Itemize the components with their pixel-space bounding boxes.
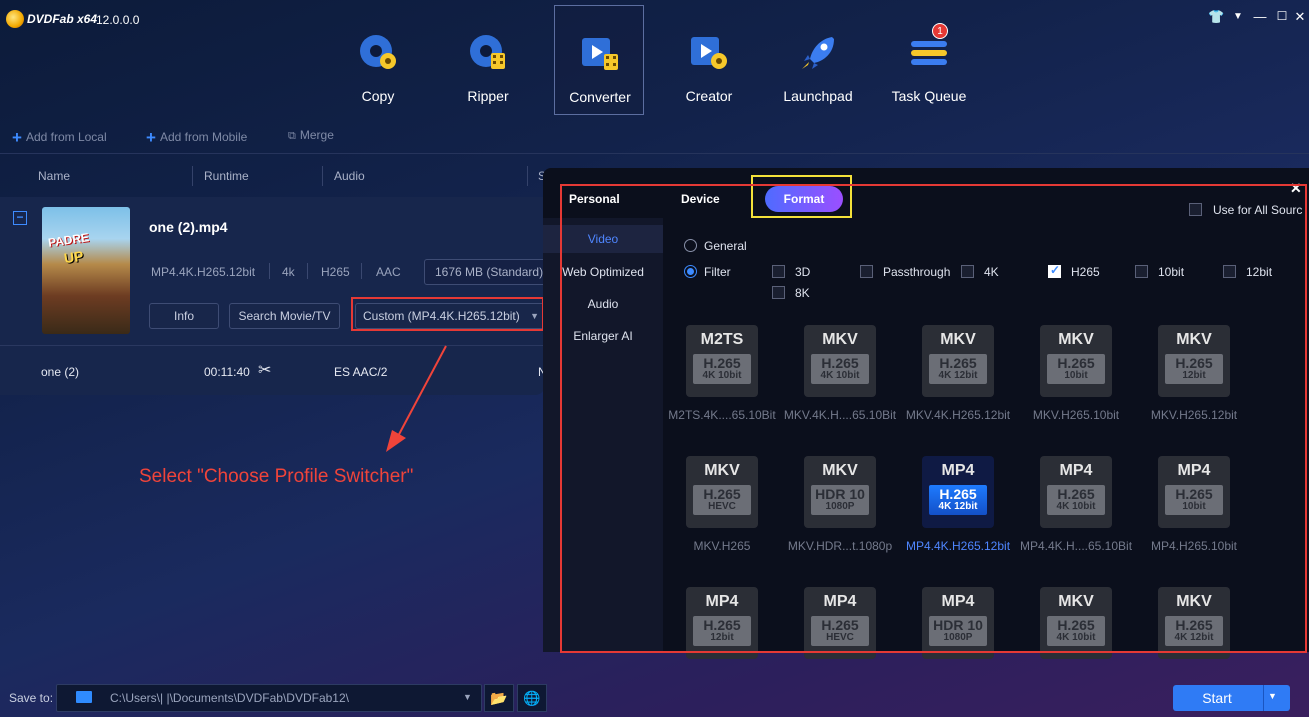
meta-separator (307, 263, 308, 279)
nav-label: Task Queue (891, 88, 967, 104)
meta-audio: AAC (376, 265, 401, 279)
column-separator (527, 166, 528, 186)
chevron-down-icon[interactable]: ▼ (1268, 691, 1277, 701)
close-icon[interactable]: ✕ (1292, 9, 1308, 25)
column-separator (192, 166, 193, 186)
collapse-toggle[interactable]: − (13, 211, 27, 225)
minimize-menu-icon[interactable]: ▼ (1230, 11, 1246, 22)
nav-label: Converter (569, 89, 631, 105)
nav-label: Creator (685, 88, 733, 104)
plus-icon: + (12, 128, 22, 147)
meta-separator (361, 263, 362, 279)
add-from-mobile-button[interactable]: + Add from Mobile (146, 126, 247, 147)
plus-icon: + (146, 128, 156, 147)
globe-icon[interactable]: 🌐 (517, 684, 547, 712)
minimize-icon[interactable]: — (1252, 9, 1268, 24)
nav-label: Launchpad (783, 88, 853, 104)
column-runtime: Runtime (204, 169, 249, 183)
folder-icon (76, 691, 92, 703)
rocket-icon (802, 37, 834, 69)
save-to-label: Save to: (9, 691, 54, 705)
converter-film-icon (582, 38, 618, 70)
merge-icon: ⧉ (288, 130, 296, 142)
maximize-icon[interactable]: ☐ (1274, 9, 1290, 23)
meta-codec: H265 (321, 265, 350, 279)
meta-resolution: 4k (282, 265, 295, 279)
column-name: Name (38, 169, 71, 183)
column-audio: Audio (334, 169, 365, 183)
nav-ripper[interactable]: Ripper (443, 5, 533, 115)
dvdfab-logo-icon (6, 10, 24, 28)
column-separator (322, 166, 323, 186)
title-bar: DVDFab x64 12.0.0.0 👕 ▼ — ☐ ✕ (0, 0, 1309, 40)
ripper-disc-icon (470, 35, 505, 69)
output-size-select[interactable]: 1676 MB (Standard) (424, 259, 548, 285)
app-name: DVDFab x64 (27, 12, 98, 26)
meta-separator (269, 263, 270, 279)
copy-disc-icon (360, 35, 396, 69)
nav-converter[interactable]: Converter (554, 5, 644, 115)
file-name: one (2).mp4 (149, 219, 228, 235)
sub-name: one (2) (41, 365, 80, 379)
nav-launchpad[interactable]: Launchpad (773, 5, 863, 115)
row-divider (0, 345, 545, 346)
app-version: 12.0.0.0 (96, 13, 140, 27)
shirt-icon[interactable]: 👕 (1208, 9, 1224, 25)
add-from-local-button[interactable]: + Add from Local (12, 126, 107, 147)
merge-button[interactable]: ⧉ Merge (288, 128, 334, 143)
creator-film-disc-icon (691, 37, 727, 69)
nav-copy[interactable]: Copy (333, 5, 423, 115)
chevron-down-icon[interactable]: ▼ (463, 692, 472, 702)
annotation-arrow (386, 345, 447, 452)
meta-profile: MP4.4K.H265.12bit (151, 265, 256, 279)
toolbar-divider (0, 153, 1309, 154)
movie-poster[interactable]: PADRE UP (42, 207, 130, 334)
nav-creator[interactable]: Creator (664, 5, 754, 115)
highlight-box (351, 297, 544, 331)
nav-label: Ripper (467, 88, 509, 104)
nav-task-queue[interactable]: 1 Task Queue (884, 5, 974, 115)
start-button[interactable]: Start ▼ (1173, 685, 1290, 711)
save-path-text: C:\Users\| |\Documents\DVDFab\DVDFab12\ (110, 691, 349, 705)
start-separator (1263, 685, 1264, 711)
open-folder-icon[interactable]: 📂 (484, 684, 514, 712)
task-count-badge: 1 (932, 23, 948, 39)
nav-label: Copy (361, 88, 395, 104)
annotation-text: Select "Choose Profile Switcher" (139, 466, 414, 487)
sub-runtime: 00:11:40 (204, 365, 250, 379)
highlight-box-popup (560, 184, 1307, 653)
info-button[interactable]: Info (149, 303, 219, 329)
scissors-icon[interactable]: ✂ (258, 360, 271, 380)
search-movie-button[interactable]: Search Movie/TV (229, 303, 340, 329)
